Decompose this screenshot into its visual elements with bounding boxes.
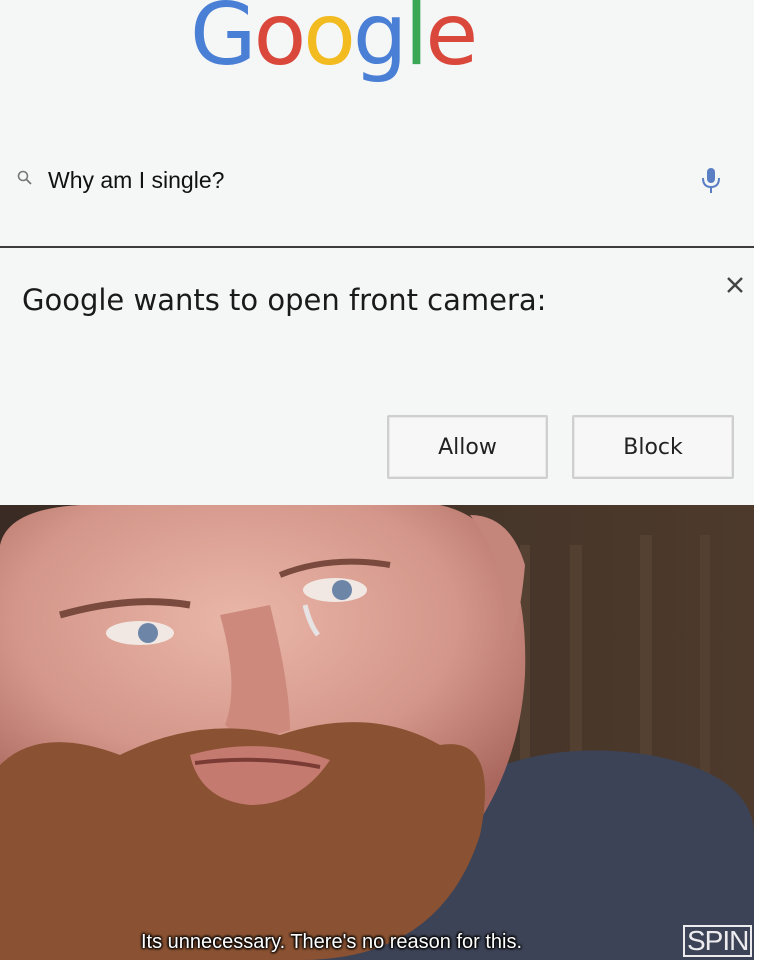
right-border (754, 0, 764, 960)
search-input[interactable]: Why am I single? (48, 167, 224, 194)
logo-letter: o (253, 0, 307, 85)
video-subtitle: Its unnecessary. There's no reason for t… (141, 931, 523, 953)
logo-letter: e (425, 0, 478, 85)
permission-message: Google wants to open front camera: (22, 283, 547, 317)
permission-screen: Google Why am I single? Google wants to … (0, 0, 764, 505)
crying-man-image (0, 505, 754, 960)
search-icon (17, 170, 32, 185)
spin-watermark: SPIN (683, 925, 753, 957)
logo-letter: l (404, 0, 429, 85)
divider (0, 246, 754, 248)
logo-letter: o (303, 0, 356, 85)
logo-letter: g (352, 0, 408, 85)
microphone-icon[interactable] (700, 164, 722, 196)
search-bar[interactable]: Why am I single? (0, 150, 754, 210)
meme-photo (0, 505, 754, 960)
block-button[interactable]: Block (572, 415, 734, 479)
logo-letter: G (190, 0, 257, 85)
google-logo: Google (190, 0, 478, 85)
allow-button[interactable]: Allow (387, 415, 548, 479)
close-icon[interactable] (722, 272, 748, 298)
